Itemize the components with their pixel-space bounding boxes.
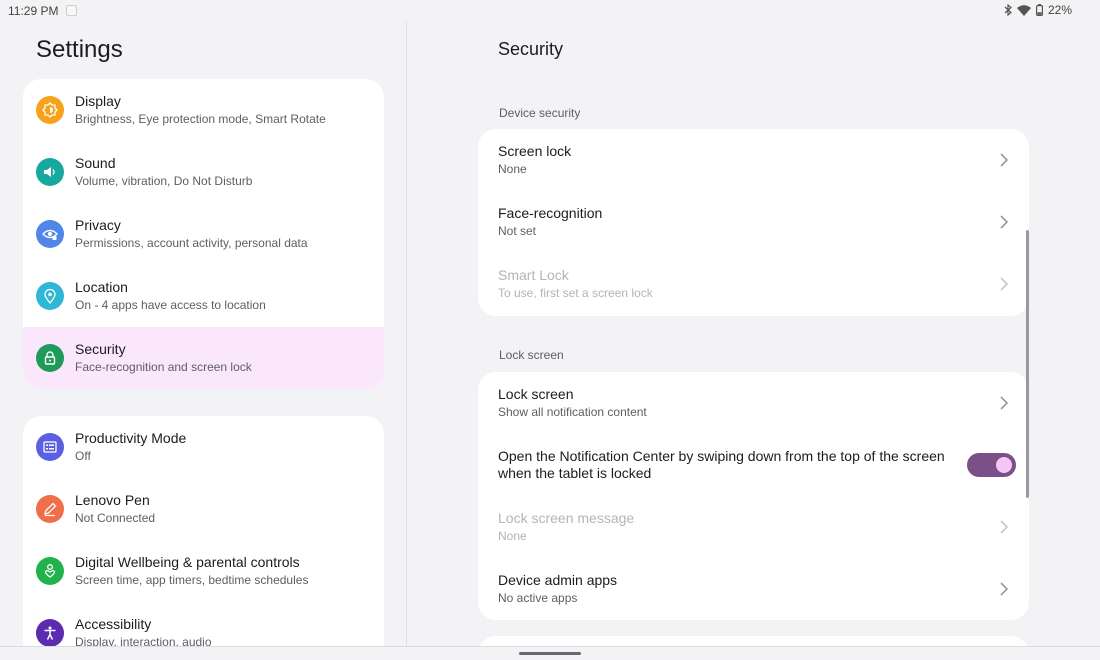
- section-label-lock-screen: Lock screen: [499, 348, 564, 362]
- status-time: 11:29 PM: [8, 4, 59, 18]
- security-detail-pane: Security Device security Screen lock Non…: [407, 22, 1100, 660]
- row-summary: None: [498, 529, 527, 543]
- settings-group-1: Display Brightness, Eye protection mode,…: [23, 79, 384, 389]
- row-title: Lock screen message: [498, 510, 635, 526]
- settings-group-2: Productivity Mode Off Lenovo Pen Not Con…: [23, 416, 384, 660]
- sidebar-item-security[interactable]: Security Face-recognition and screen loc…: [23, 327, 384, 389]
- sidebar-item-location[interactable]: Location On - 4 apps have access to loca…: [23, 265, 384, 327]
- notification-icon: [66, 5, 77, 16]
- notification-swipe-row[interactable]: Open the Notification Center by swiping …: [478, 434, 1029, 496]
- face-recognition-row[interactable]: Face-recognition Not set: [478, 191, 1029, 253]
- display-icon: [36, 96, 64, 124]
- privacy-icon: [36, 220, 64, 248]
- chevron-right-icon: [999, 519, 1009, 535]
- navigation-bar: [0, 646, 1100, 660]
- status-bar: 11:29 PM 22%: [0, 0, 1100, 22]
- row-summary: Not set: [498, 224, 537, 238]
- sidebar-item-summary: Face-recognition and screen lock: [75, 360, 252, 374]
- toggle-knob: [996, 457, 1012, 473]
- sidebar-item-summary: Off: [75, 449, 91, 463]
- accessibility-icon: [36, 619, 64, 647]
- lock-screen-row[interactable]: Lock screen Show all notification conten…: [478, 372, 1029, 434]
- smart-lock-row: Smart Lock To use, first set a screen lo…: [478, 253, 1029, 315]
- pen-icon: [36, 495, 64, 523]
- sidebar-item-lenovo-pen[interactable]: Lenovo Pen Not Connected: [23, 478, 384, 540]
- sidebar-item-label: Productivity Mode: [75, 430, 187, 446]
- settings-nav-pane: Settings Display Brightness, Eye protect…: [0, 22, 407, 660]
- sidebar-item-summary: Brightness, Eye protection mode, Smart R…: [75, 112, 326, 126]
- lock-screen-card: Lock screen Show all notification conten…: [478, 372, 1029, 620]
- sidebar-item-display[interactable]: Display Brightness, Eye protection mode,…: [23, 79, 384, 141]
- notification-swipe-toggle[interactable]: [967, 453, 1016, 477]
- device-admin-apps-row[interactable]: Device admin apps No active apps: [478, 558, 1029, 620]
- sidebar-item-summary: Screen time, app timers, bedtime schedul…: [75, 573, 309, 587]
- sidebar-item-sound[interactable]: Sound Volume, vibration, Do Not Disturb: [23, 141, 384, 203]
- status-icons: 22%: [1004, 3, 1072, 17]
- sidebar-item-productivity-mode[interactable]: Productivity Mode Off: [23, 416, 384, 478]
- sidebar-item-label: Security: [75, 341, 126, 357]
- screen-lock-row[interactable]: Screen lock None: [478, 129, 1029, 191]
- sidebar-item-label: Location: [75, 279, 128, 295]
- sidebar-item-summary: Permissions, account activity, personal …: [75, 236, 308, 250]
- row-summary: No active apps: [498, 591, 578, 605]
- sidebar-item-summary: Not Connected: [75, 511, 156, 525]
- row-title: Smart Lock: [498, 267, 569, 283]
- settings-title: Settings: [36, 36, 123, 63]
- sidebar-item-label: Sound: [75, 155, 116, 171]
- sidebar-item-privacy[interactable]: Privacy Permissions, account activity, p…: [23, 203, 384, 265]
- chevron-right-icon: [999, 395, 1009, 411]
- scrollbar[interactable]: [1026, 230, 1029, 498]
- sidebar-item-label: Accessibility: [75, 616, 152, 632]
- chevron-right-icon: [999, 276, 1009, 292]
- battery-icon: [1035, 4, 1043, 16]
- chevron-right-icon: [999, 152, 1009, 168]
- sidebar-item-label: Digital Wellbeing & parental controls: [75, 554, 300, 570]
- chevron-right-icon: [999, 214, 1009, 230]
- sidebar-item-digital-wellbeing[interactable]: Digital Wellbeing & parental controls Sc…: [23, 540, 384, 602]
- row-title: Device admin apps: [498, 572, 618, 588]
- battery-percent: 22%: [1047, 3, 1072, 17]
- sidebar-item-label: Lenovo Pen: [75, 492, 150, 508]
- row-summary: To use, first set a screen lock: [498, 286, 653, 300]
- section-label-device-security: Device security: [499, 106, 581, 120]
- bluetooth-icon: [1004, 4, 1012, 16]
- row-title: Face-recognition: [498, 205, 603, 221]
- device-security-card: Screen lock None Face-recognition Not se…: [478, 129, 1029, 316]
- row-title: Screen lock: [498, 143, 572, 159]
- sound-icon: [36, 158, 64, 186]
- sidebar-item-label: Display: [75, 93, 121, 109]
- lock-screen-message-row: Lock screen message None: [478, 496, 1029, 558]
- row-summary: None: [498, 162, 527, 176]
- wifi-icon: [1016, 4, 1031, 16]
- row-title: Open the Notification Center by swiping …: [498, 448, 945, 481]
- chevron-right-icon: [999, 581, 1009, 597]
- productivity-icon: [36, 433, 64, 461]
- sidebar-item-label: Privacy: [75, 217, 121, 233]
- wellbeing-icon: [36, 557, 64, 585]
- home-gesture-handle[interactable]: [519, 652, 581, 655]
- row-title: Lock screen: [498, 386, 574, 402]
- lock-icon: [36, 344, 64, 372]
- page-title: Security: [498, 39, 564, 59]
- sidebar-item-summary: On - 4 apps have access to location: [75, 298, 266, 312]
- location-icon: [36, 282, 64, 310]
- sidebar-item-summary: Volume, vibration, Do Not Disturb: [75, 174, 253, 188]
- row-summary: Show all notification content: [498, 405, 647, 419]
